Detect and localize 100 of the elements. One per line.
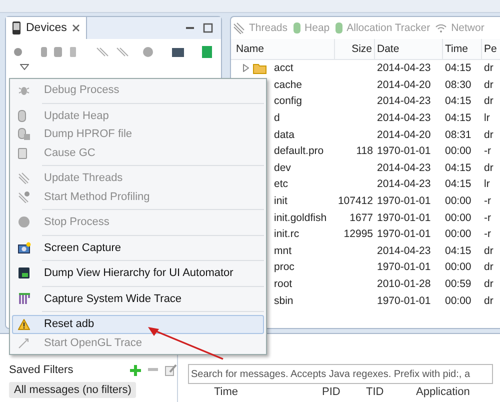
phone-icon (12, 21, 21, 35)
table-cell-text: 04:15 (444, 62, 472, 74)
table-cell-text: 2014-04-23 (376, 112, 432, 124)
table-cell-text: 2014-04-23 (376, 95, 432, 108)
dropdown-icon[interactable] (20, 64, 29, 70)
table-cell-text: lr (483, 112, 491, 124)
table-cell-text: 118 (355, 145, 374, 158)
table-cell-text: 1970-01-01 (376, 145, 432, 158)
search-field[interactable]: Search for messages. Accepts Java regexes. Prefix with pid:, a (188, 364, 493, 384)
column-header[interactable]: Time (188, 386, 318, 398)
table-cell: config (274, 95, 302, 108)
table-cell-text: 2014-04-23 (376, 244, 432, 257)
table-cell: init.goldfish (274, 212, 327, 224)
trace-icon (18, 293, 30, 304)
table-cell-text: -r (483, 212, 492, 224)
table-cell-text: dr (483, 261, 494, 274)
table-cell: acct (274, 62, 294, 74)
threads-icon (18, 172, 30, 184)
cylinder-icon (18, 110, 26, 122)
table-cell-text: 00:00 (444, 145, 472, 158)
column-header[interactable]: Pe (482, 39, 500, 59)
table-cell: sbin (274, 294, 294, 307)
table-cell-text: 08:31 (444, 128, 472, 141)
column-header[interactable]: Time (443, 39, 482, 59)
menu-item[interactable]: Screen Capture (12, 238, 264, 257)
table-cell: cache (274, 78, 302, 91)
table-cell-text: 1970-01-01 (376, 294, 432, 307)
table-cell: init (274, 195, 288, 208)
table-cell-text: dr (483, 128, 494, 141)
table-cell-text: dr (483, 95, 494, 108)
table-cell-text: -r (483, 195, 492, 208)
table-cell: default.pro (274, 145, 324, 158)
table-cell-text: 00:00 (444, 228, 472, 240)
table-cell: root (274, 278, 292, 290)
table-cell-text: 2010-01-28 (376, 278, 432, 290)
tablet-icon (18, 267, 30, 280)
table-cell-text: 04:15 (444, 244, 472, 257)
camera-icon (18, 242, 31, 254)
column-header[interactable]: PID (318, 386, 362, 398)
column-header[interactable]: Date (375, 39, 443, 59)
table-cell-text: -r (483, 145, 492, 158)
wifi-icon (435, 23, 448, 33)
menu-item[interactable]: Dump View Hierarchy for UI Automator (12, 264, 264, 282)
close-icon[interactable] (72, 24, 80, 32)
table-cell: etc (274, 178, 288, 190)
stop-icon (18, 216, 30, 228)
table-cell-text: 04:15 (444, 178, 472, 190)
table-cell-text: 00:00 (444, 261, 472, 274)
table-cell: proc (274, 261, 294, 274)
line-icon (18, 336, 30, 349)
table-cell-text: 2014-04-23 (376, 62, 432, 74)
edit-icon[interactable] (165, 364, 177, 376)
menu-item[interactable]: Reset adb (12, 315, 264, 334)
column-header[interactable]: Size (335, 39, 375, 59)
table-cell-text: dr (483, 244, 494, 257)
table-cell-text: dr (483, 78, 494, 91)
table-cell-text: 1970-01-01 (376, 228, 432, 240)
table-cell: d (274, 112, 280, 124)
table-cell-text: 00:00 (444, 195, 472, 208)
table-cell-text: 1970-01-01 (376, 212, 432, 224)
table-cell-text: 04:15 (444, 112, 472, 124)
cylinder-icon (292, 22, 301, 34)
table-cell: mnt (274, 244, 292, 257)
column-header[interactable]: Application (412, 386, 474, 398)
table-cell: dev (274, 162, 291, 174)
add-icon[interactable] (130, 364, 141, 376)
devices-tab[interactable]: Devices (6, 17, 87, 39)
table-cell: data (274, 128, 294, 141)
table-cell-text: 2014-04-23 (376, 162, 432, 174)
table-cell-text: -r (483, 228, 492, 240)
menu-item[interactable]: Capture System Wide Trace (12, 290, 264, 308)
table-cell-text: 2014-04-23 (376, 178, 432, 190)
table-cell-text: 1970-01-01 (376, 261, 432, 274)
cylinder-icon (334, 22, 343, 34)
table-cell-text: dr (483, 162, 494, 174)
column-header[interactable]: Name (231, 39, 335, 59)
bug-icon (18, 84, 30, 96)
folder-icon (253, 62, 267, 74)
table-cell-text: 08:30 (444, 78, 472, 91)
cylinder-icon (18, 128, 30, 140)
table-cell-text: 12995 (342, 228, 374, 240)
column-header[interactable]: TID (362, 386, 412, 398)
table-cell-text: 1677 (348, 212, 374, 224)
panel-title: Saved Filters (9, 364, 74, 376)
maximize-icon[interactable] (203, 23, 213, 33)
table-cell-text: 1970-01-01 (376, 195, 432, 208)
table-cell-text: dr (483, 278, 494, 290)
filter-item[interactable]: All messages (no filters) (9, 382, 136, 398)
table-cell-text: lr (483, 178, 491, 190)
table-cell-text: dr (483, 294, 494, 307)
table-cell-text: 04:15 (444, 95, 472, 108)
table-cell-text: 00:00 (444, 212, 472, 224)
table-cell: init.rc (274, 228, 300, 240)
table-cell-text: 2014-04-20 (376, 78, 432, 91)
expand-icon[interactable] (243, 64, 249, 72)
table-cell-text: dr (483, 62, 494, 74)
table-cell-text: 107412 (336, 195, 374, 208)
table-cell-text: 00:59 (444, 278, 472, 290)
table-cell-text: 04:15 (444, 162, 472, 174)
warning-icon (18, 318, 30, 330)
